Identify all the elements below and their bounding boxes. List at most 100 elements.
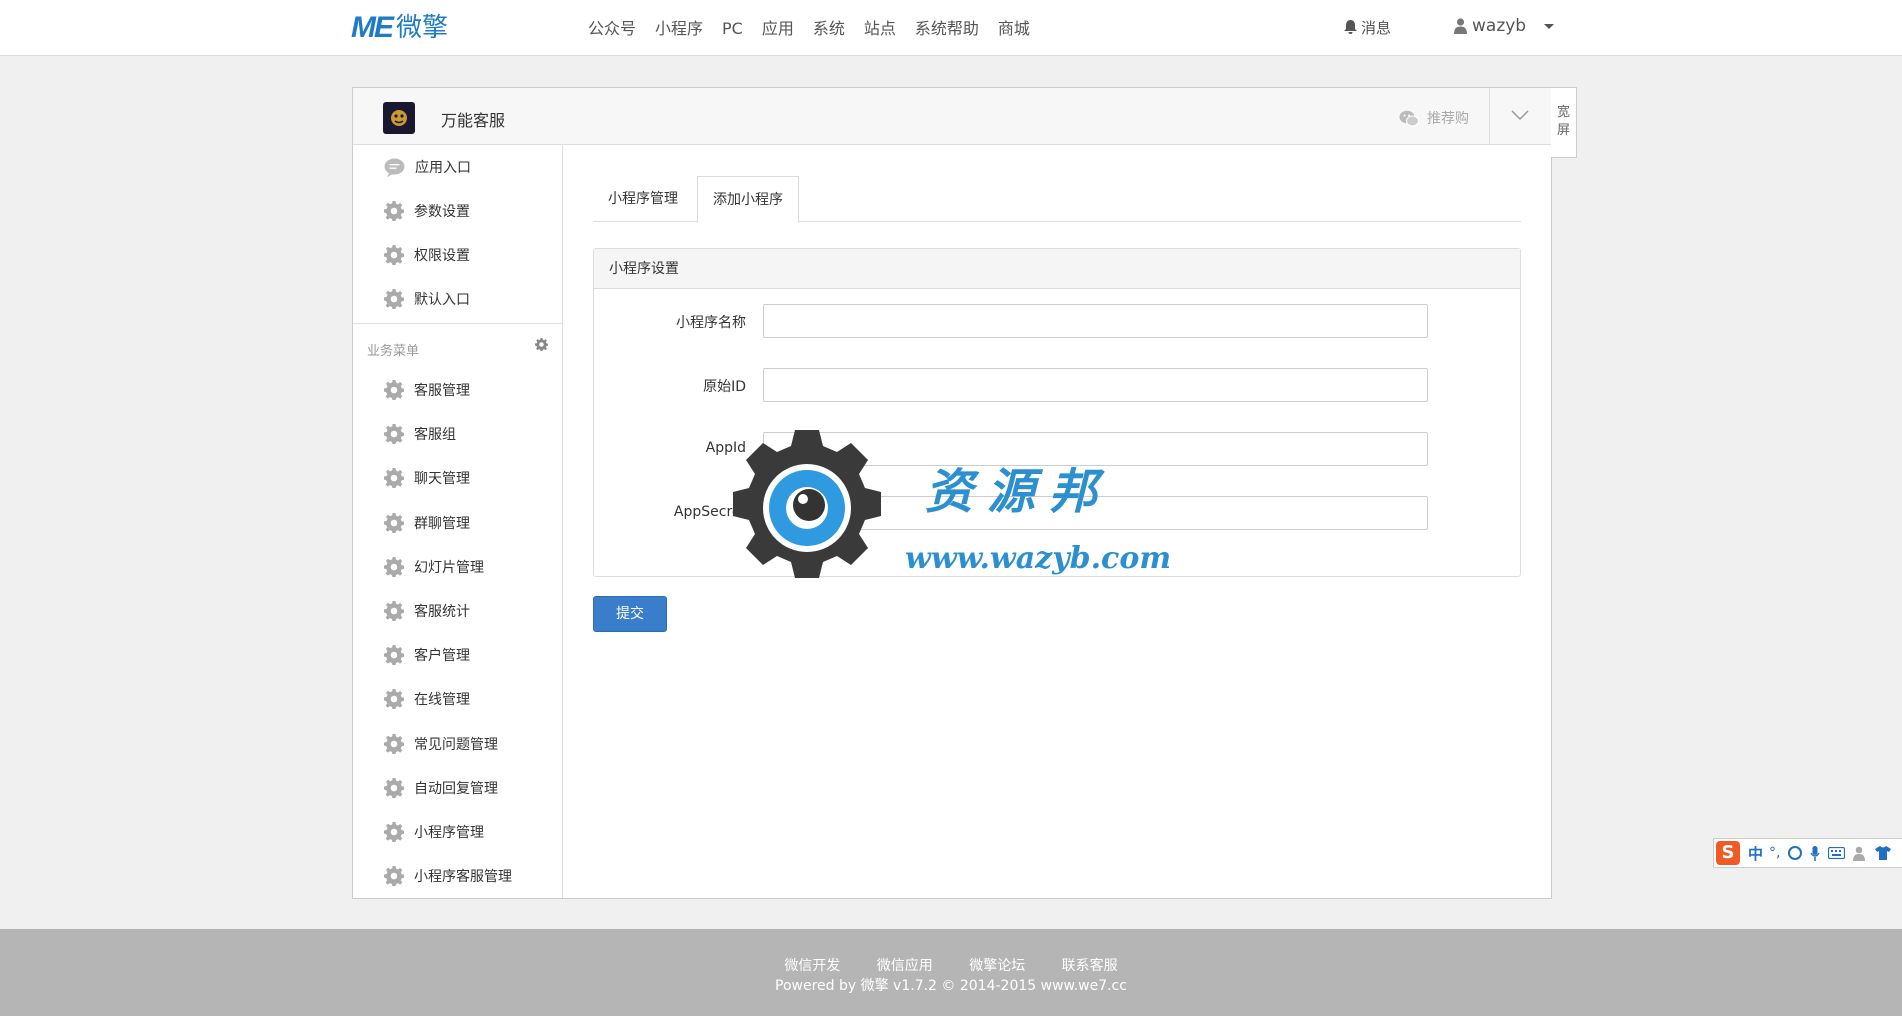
messages-label: 消息 (1361, 19, 1392, 37)
sidebar-item-label: 应用入口 (415, 160, 471, 176)
header-divider (1489, 88, 1490, 145)
microphone-icon[interactable] (1810, 845, 1821, 861)
sidebar-item-label: 在线管理 (414, 692, 470, 709)
gear-icon (384, 601, 404, 621)
sidebar-item-label: 参数设置 (414, 204, 470, 220)
sidebar-item-label: 客户管理 (414, 648, 470, 665)
sidebar-item-label: 群聊管理 (414, 515, 470, 532)
sidebar-item-label: 客服统计 (414, 604, 470, 620)
nav-item-pc[interactable]: PC (722, 18, 743, 40)
tab-add-mini-program[interactable]: 添加小程序 (697, 176, 799, 223)
sidebar-item-label: 小程序管理 (414, 825, 484, 841)
sidebar-item-label: 幻灯片管理 (414, 559, 484, 576)
chevron-down-icon[interactable] (1511, 110, 1529, 121)
field-label-original-id: 原始ID (703, 379, 746, 395)
recommend-button[interactable]: 推荐购 (1399, 108, 1469, 128)
form-title: 小程序设置 (594, 249, 1520, 289)
nav-item-official-account[interactable]: 公众号 (588, 18, 636, 40)
footer-link-support[interactable]: 联系客服 (1062, 958, 1118, 974)
tab-mini-program-list[interactable]: 小程序管理 (593, 176, 693, 222)
chat-bubble-icon (384, 158, 405, 177)
gear-icon (384, 512, 404, 533)
footer-links: 微信开发 微信应用 微擎论坛 联系客服 (0, 955, 1902, 975)
sidebar-divider (353, 323, 562, 324)
original-id-input[interactable] (763, 368, 1428, 402)
section-settings-gear-icon[interactable] (535, 338, 548, 351)
app-name: 万能客服 (441, 111, 506, 130)
logo-mark: ME (351, 11, 394, 44)
field-label-appsecret: AppSecret (673, 504, 746, 520)
nav-item-store[interactable]: 商城 (998, 18, 1030, 40)
punctuation-icon[interactable]: °, (1769, 845, 1780, 861)
watermark-url: www.wazyb.com (905, 541, 1172, 576)
mini-program-name-input[interactable] (763, 304, 1428, 338)
field-label-name: 小程序名称 (676, 315, 746, 331)
ime-toolbar: S 中 °, (1713, 838, 1902, 868)
sidebar-menu-item[interactable]: 客服统计 (384, 601, 470, 621)
sidebar-menu-item[interactable]: 在线管理 (384, 689, 470, 710)
recommend-label: 推荐购 (1427, 111, 1469, 127)
sidebar-menu-item[interactable]: 客服管理 (384, 380, 470, 400)
keyboard-icon[interactable] (1828, 847, 1846, 859)
sidebar-item-permissions[interactable]: 权限设置 (384, 245, 470, 265)
sidebar-menu-item[interactable]: 客服组 (384, 424, 456, 445)
sidebar-item-params[interactable]: 参数设置 (384, 201, 470, 221)
caret-down-icon (1544, 23, 1555, 29)
user-icon (1454, 18, 1467, 34)
logo-text: 微擎 (396, 13, 449, 43)
gear-icon (384, 645, 404, 666)
field-label-appid: AppId (705, 440, 746, 456)
skin-shirt-icon[interactable] (1875, 846, 1892, 860)
nav-item-help[interactable]: 系统帮助 (915, 18, 979, 40)
site-logo[interactable]: ME 微擎 (351, 11, 449, 44)
sogou-ime-logo[interactable]: S (1716, 841, 1740, 865)
sidebar-menu-item[interactable]: 幻灯片管理 (384, 556, 484, 577)
footer-link-wechat-apps[interactable]: 微信应用 (877, 958, 933, 974)
user-tools-icon[interactable] (1853, 846, 1869, 861)
main-nav: 公众号 小程序 PC 应用 系统 站点 系统帮助 商城 (588, 18, 1049, 40)
gear-icon (384, 424, 404, 445)
nav-item-site[interactable]: 站点 (864, 18, 896, 40)
user-menu[interactable]: wazyb (1454, 16, 1555, 36)
nav-item-mini-program[interactable]: 小程序 (655, 18, 703, 40)
gear-icon (384, 245, 404, 265)
gear-icon (384, 556, 404, 577)
username: wazyb (1472, 16, 1527, 36)
sidebar-menu-item[interactable]: 自动回复管理 (384, 777, 498, 798)
gear-icon (384, 689, 404, 710)
sidebar-menu-item[interactable]: 小程序客服管理 (384, 866, 512, 887)
sidebar-item-app-entry[interactable]: 应用入口 (384, 157, 471, 177)
sidebar-item-label: 常见问题管理 (414, 736, 498, 753)
messages-link[interactable]: 消息 (1344, 17, 1391, 38)
watermark-text: 资源邦 (925, 464, 1112, 520)
sidebar-item-label: 小程序客服管理 (414, 869, 512, 886)
footer-link-forum[interactable]: 微擎论坛 (969, 958, 1025, 974)
ime-mode-toggle[interactable]: 中 (1748, 843, 1763, 864)
footer-link-wechat-dev[interactable]: 微信开发 (784, 958, 840, 974)
sidebar-menu-item[interactable]: 常见问题管理 (384, 733, 498, 754)
gear-icon (384, 380, 404, 400)
gear-icon (384, 289, 404, 309)
sidebar-item-label: 默认入口 (414, 292, 470, 308)
sidebar-section-title: 业务菜单 (367, 344, 420, 359)
nav-item-apps[interactable]: 应用 (762, 18, 794, 40)
sidebar-menu-item[interactable]: 聊天管理 (384, 468, 470, 489)
sidebar-item-default-entry[interactable]: 默认入口 (384, 289, 470, 309)
gear-icon (384, 866, 404, 887)
sidebar-item-label: 自动回复管理 (414, 780, 498, 797)
nav-item-system[interactable]: 系统 (813, 18, 845, 40)
sidebar-item-label: 客服管理 (414, 383, 470, 399)
gear-icon (384, 822, 404, 842)
tab-bar: 小程序管理 添加小程序 (593, 176, 1521, 223)
top-navbar: ME 微擎 公众号 小程序 PC 应用 系统 站点 系统帮助 商城 消息 waz… (0, 0, 1902, 56)
gear-icon (384, 468, 404, 489)
footer-copyright: Powered by 微擎 v1.7.2 © 2014-2015 www.we7… (775, 978, 1127, 994)
sidebar-menu-item[interactable]: 小程序管理 (384, 822, 484, 842)
submit-button[interactable]: 提交 (593, 596, 667, 632)
wide-screen-toggle[interactable]: 宽屏 (1551, 87, 1577, 158)
sidebar-menu-item[interactable]: 群聊管理 (384, 512, 470, 533)
sidebar-menu-item[interactable]: 客户管理 (384, 645, 470, 666)
sidebar: 应用入口 参数设置 权限设置 默认入口 业务菜单 客服管理客服组聊天管理群聊管理… (353, 145, 563, 898)
sidebar-item-label: 权限设置 (414, 248, 470, 264)
emoji-icon[interactable] (1788, 846, 1803, 860)
